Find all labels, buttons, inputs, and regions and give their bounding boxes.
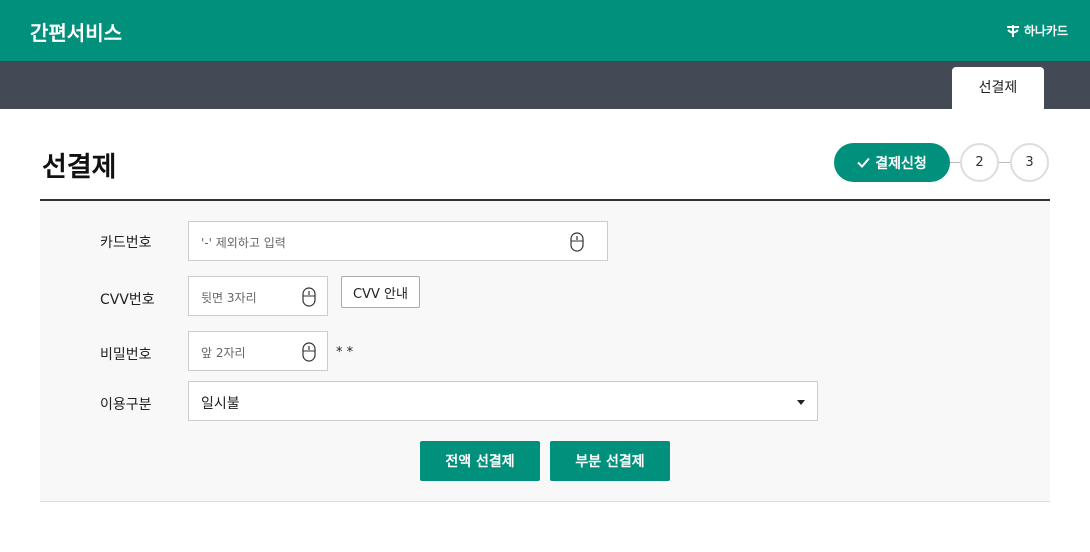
step-connector (999, 162, 1010, 163)
step-1-label: 결제신청 (875, 155, 927, 172)
step-connector (950, 162, 960, 163)
hana-logo-icon (1006, 24, 1019, 37)
secure-keypad-icon[interactable] (302, 342, 316, 362)
password-input[interactable]: 앞 2자리 (188, 331, 328, 371)
usage-type-value: 일시불 (201, 396, 240, 412)
hana-card-logo[interactable]: 하나카드 (1005, 22, 1068, 39)
page-title: 선결제 (42, 152, 117, 183)
sub-navigation: 선결제 (0, 61, 1090, 109)
full-prepay-button[interactable]: 전액 선결제 (420, 441, 540, 481)
card-number-placeholder: '-' 제외하고 입력 (201, 236, 286, 250)
password-label: 비밀번호 (100, 347, 152, 363)
card-number-label: 카드번호 (100, 235, 152, 251)
card-number-input[interactable]: '-' 제외하고 입력 (188, 221, 608, 261)
check-icon (857, 157, 870, 168)
password-placeholder: 앞 2자리 (201, 346, 246, 360)
step-3: 3 (1010, 143, 1049, 182)
secure-keypad-icon[interactable] (302, 287, 316, 307)
logo-text: 하나카드 (1023, 24, 1068, 38)
usage-type-select[interactable]: 일시불 (188, 381, 818, 421)
cvv-guide-button[interactable]: CVV 안내 (341, 276, 420, 308)
service-title: 간편서비스 (30, 21, 122, 45)
tab-prepayment[interactable]: 선결제 (952, 67, 1044, 109)
step-2: 2 (960, 143, 999, 182)
partial-prepay-button[interactable]: 부분 선결제 (550, 441, 670, 481)
step-indicator: 결제신청 2 3 (834, 143, 1054, 183)
caret-down-icon (797, 400, 805, 405)
usage-type-label: 이용구분 (100, 397, 152, 413)
cvv-placeholder: 뒷면 3자리 (201, 291, 257, 305)
cvv-label: CVV번호 (100, 292, 155, 308)
cvv-input[interactable]: 뒷면 3자리 (188, 276, 328, 316)
secure-keypad-icon[interactable] (570, 232, 584, 252)
password-mask-suffix: * * (336, 345, 354, 360)
top-header: 간편서비스 하나카드 (0, 0, 1090, 61)
step-1-active: 결제신청 (834, 143, 950, 182)
